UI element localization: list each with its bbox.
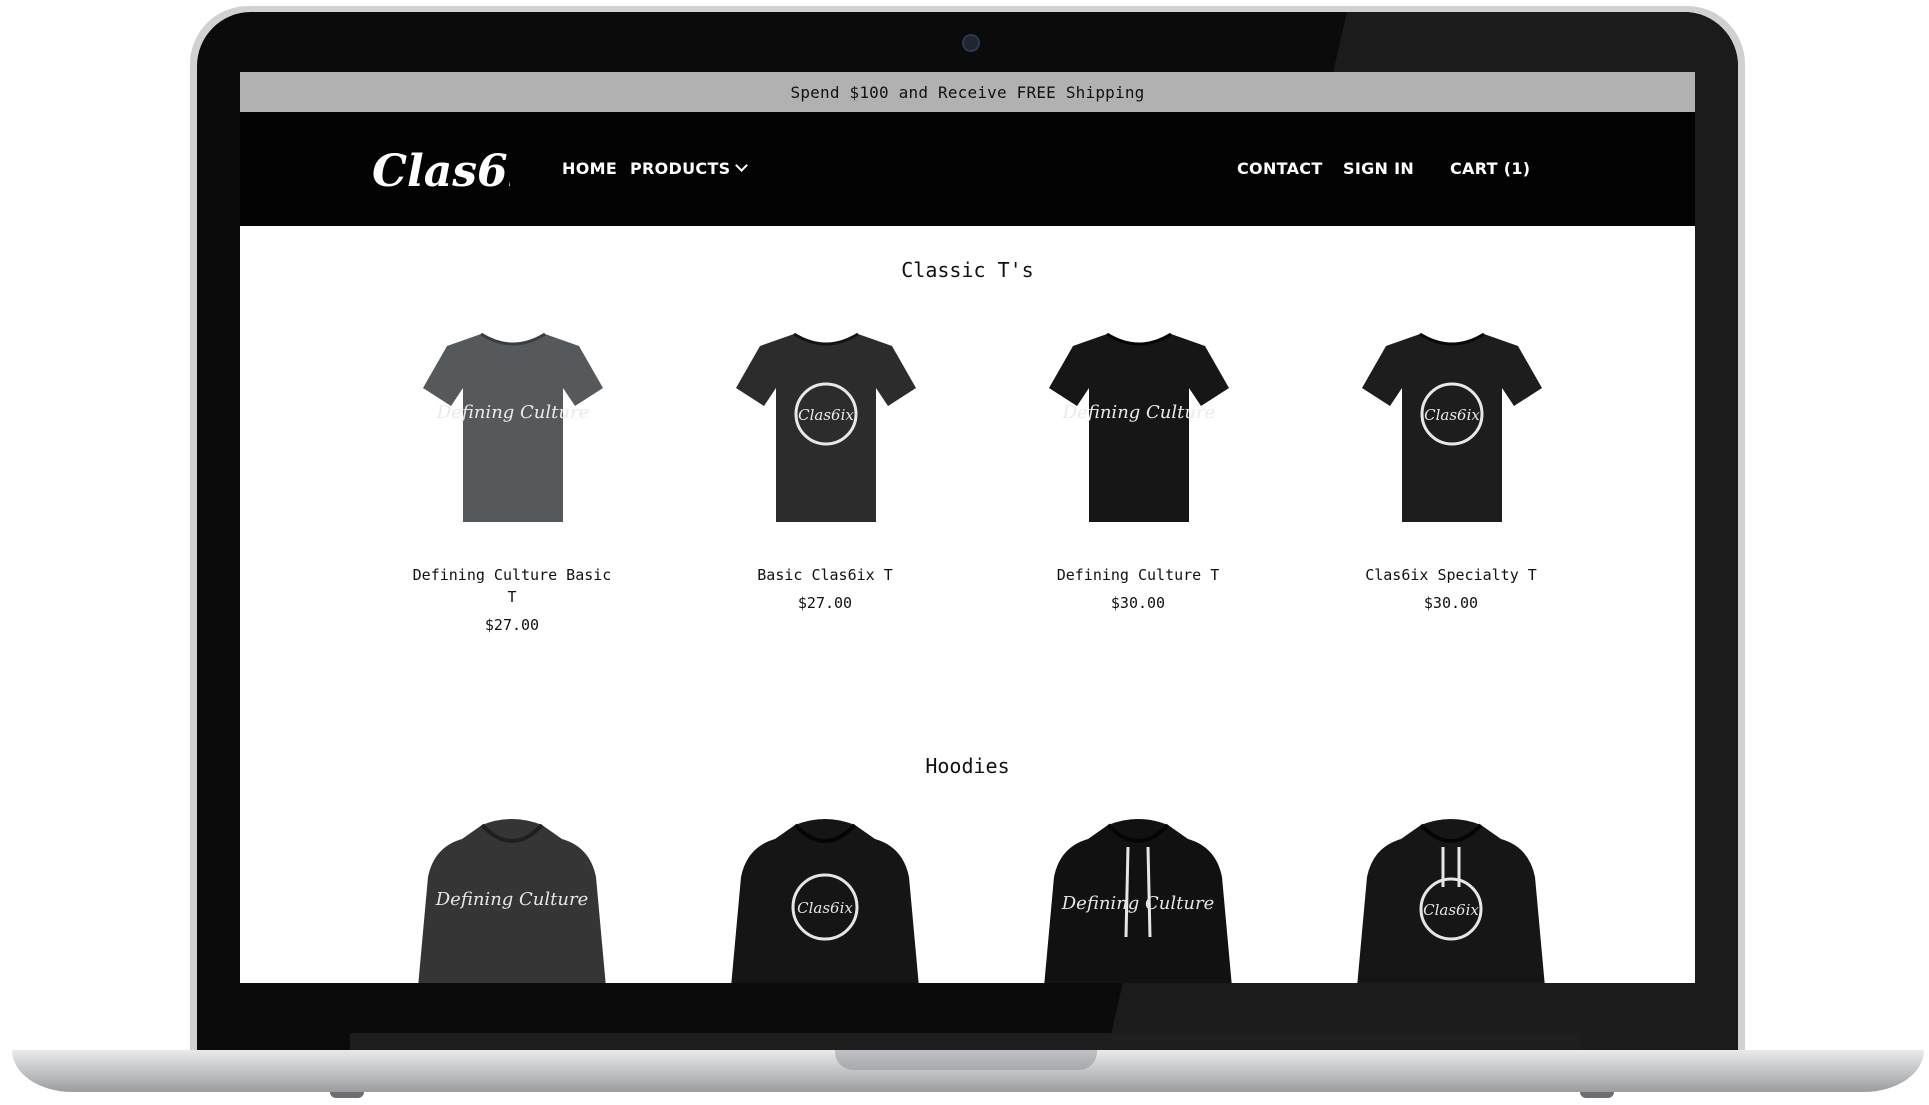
tshirt-image[interactable]: Clas6ix bbox=[730, 322, 920, 532]
logo-text: Clas6ix bbox=[372, 146, 510, 197]
product-name[interactable]: Basic Clas6ix T bbox=[705, 564, 945, 586]
nav-home[interactable]: HOME bbox=[562, 159, 617, 178]
hoodie-print: Defining Culture bbox=[435, 889, 588, 910]
tshirt-print: Clas6ix bbox=[1424, 406, 1480, 424]
hoodie-print: Clas6ix bbox=[1423, 901, 1479, 919]
tshirt-print: Defining Culture bbox=[436, 402, 589, 423]
tshirt-print: Defining Culture bbox=[1062, 402, 1215, 423]
chevron-down-icon bbox=[734, 159, 748, 172]
hoodie-image[interactable]: Defining Culture bbox=[412, 817, 612, 983]
tshirt-image[interactable]: Defining Culture bbox=[1043, 322, 1233, 532]
webcam-icon bbox=[962, 34, 980, 52]
promo-text: Spend $100 and Receive FREE Shipping bbox=[790, 82, 1145, 102]
product-price: $27.00 bbox=[484, 616, 540, 634]
hoodie-image[interactable]: Clas6ix bbox=[725, 817, 925, 983]
hoodie-print: Clas6ix bbox=[797, 899, 853, 917]
product-name[interactable]: Defining Culture T bbox=[1018, 564, 1258, 586]
laptop-base-notch bbox=[835, 1050, 1097, 1070]
tshirt-image[interactable]: Clas6ix bbox=[1356, 322, 1546, 532]
section-title-hoodies: Hoodies bbox=[925, 754, 1010, 778]
product-price: $30.00 bbox=[1110, 594, 1166, 612]
laptop-foot bbox=[1580, 1092, 1614, 1098]
hoodie-image[interactable]: Clas6ix bbox=[1351, 817, 1551, 983]
product-card[interactable]: Clas6ix Basic Clas6ix T $27.00 bbox=[705, 322, 945, 612]
tshirt-image[interactable]: Defining Culture bbox=[417, 322, 607, 532]
browser-viewport: Spend $100 and Receive FREE Shipping Cla… bbox=[240, 72, 1695, 983]
clas6ix-logo[interactable]: Clas6ix bbox=[370, 130, 510, 206]
product-price: $30.00 bbox=[1423, 594, 1479, 612]
nav-cart[interactable]: CART (1) bbox=[1450, 159, 1530, 178]
laptop-foot bbox=[330, 1092, 364, 1098]
nav-sign-in[interactable]: SIGN IN bbox=[1343, 159, 1414, 178]
product-card[interactable]: Defining Culture Defining Culture T $30.… bbox=[1018, 322, 1258, 612]
site-header: Clas6ix HOME PRODUCTS CONTACT SIGN IN CA… bbox=[240, 112, 1695, 226]
product-price: $27.00 bbox=[797, 594, 853, 612]
product-name[interactable]: Clas6ix Specialty T bbox=[1331, 564, 1571, 586]
nav-products-label: PRODUCTS bbox=[630, 159, 731, 178]
nav-contact[interactable]: CONTACT bbox=[1237, 159, 1323, 178]
nav-products[interactable]: PRODUCTS bbox=[630, 159, 748, 178]
hoodie-image[interactable]: Defining Culture bbox=[1038, 817, 1238, 983]
section-title-classic-ts: Classic T's bbox=[901, 258, 1034, 282]
product-card[interactable]: Defining Culture Defining Culture Basic … bbox=[392, 322, 632, 634]
hoodie-print: Defining Culture bbox=[1061, 893, 1214, 914]
product-card[interactable]: Clas6ix Clas6ix Specialty T $30.00 bbox=[1331, 322, 1571, 612]
promo-banner: Spend $100 and Receive FREE Shipping bbox=[240, 72, 1695, 112]
product-name[interactable]: Defining Culture Basic T bbox=[392, 564, 632, 608]
tshirt-print: Clas6ix bbox=[798, 406, 854, 424]
